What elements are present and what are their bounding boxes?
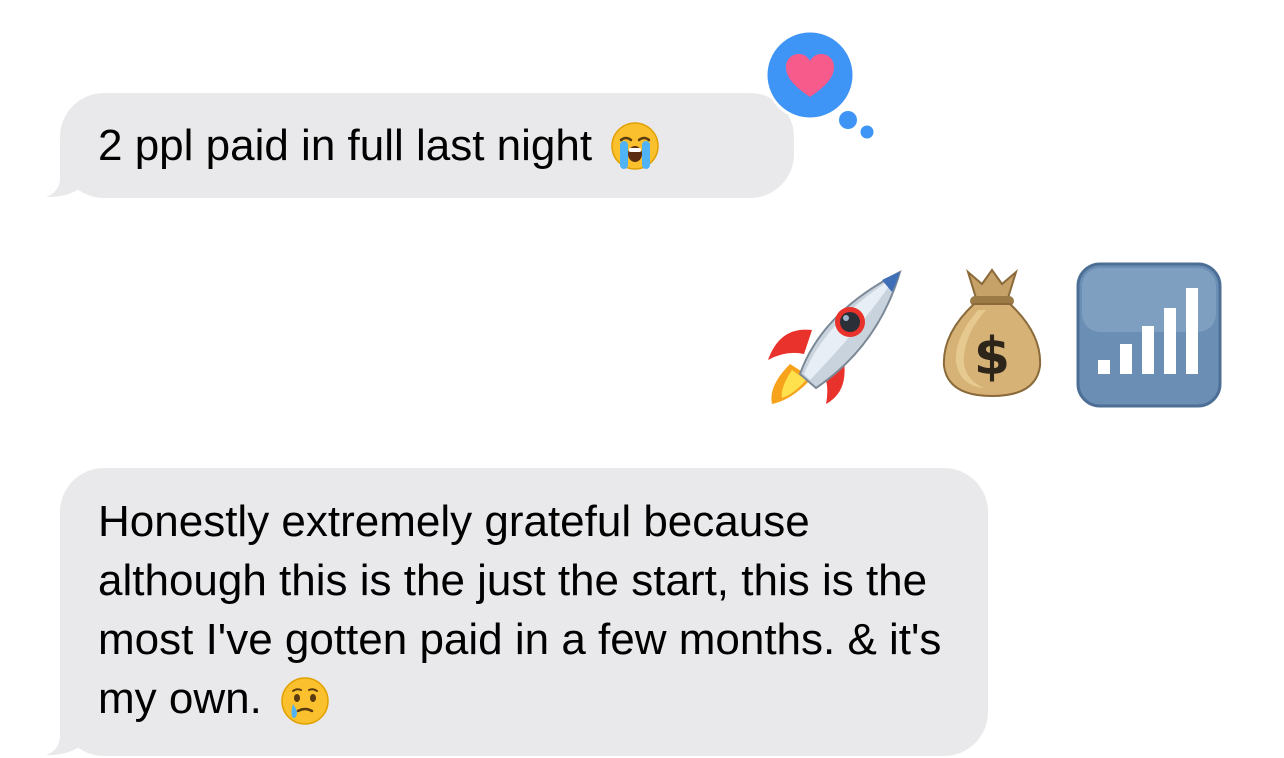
loudly-crying-face-icon — [611, 121, 659, 170]
rocket-icon — [768, 270, 902, 404]
message-bubble-received[interactable]: 2 ppl paid in full last night — [60, 93, 794, 198]
message-text: 2 ppl paid in full last night — [98, 120, 593, 170]
svg-text:$: $ — [974, 327, 1010, 387]
message-bubble-received[interactable]: Honestly extremely grateful because alth… — [60, 468, 988, 756]
message-text: Honestly extremely grateful because alth… — [98, 492, 950, 728]
message-sent-emojis[interactable]: $ — [760, 258, 1230, 408]
money-bag-icon: $ — [942, 268, 1042, 398]
bubble-tail — [46, 140, 86, 198]
face-holding-back-tears-icon — [281, 677, 329, 726]
signal-bars-icon — [1076, 262, 1222, 408]
heart-reaction-badge[interactable] — [755, 25, 885, 150]
bubble-tail — [46, 698, 86, 756]
